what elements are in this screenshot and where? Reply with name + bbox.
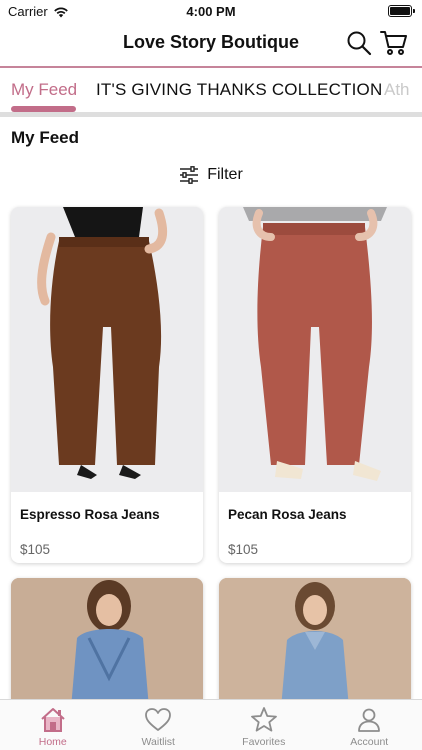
tab-my-feed[interactable]: My Feed bbox=[11, 80, 77, 100]
cart-icon bbox=[380, 31, 407, 55]
status-bar: Carrier 4:00 PM bbox=[0, 0, 422, 22]
search-icon bbox=[347, 31, 372, 56]
tab-account[interactable]: Account bbox=[317, 700, 422, 750]
category-tabs: My Feed IT'S GIVING THANKS COLLECTION At… bbox=[0, 66, 422, 112]
tab-favorites[interactable]: Favorites bbox=[211, 700, 317, 750]
tab-favorites-label: Favorites bbox=[242, 736, 286, 748]
tab-home-label: Home bbox=[38, 736, 67, 748]
denim-jacket-photo-placeholder bbox=[11, 578, 203, 708]
jeans-photo-placeholder bbox=[11, 207, 203, 492]
heart-icon bbox=[145, 708, 172, 731]
sliders-icon bbox=[180, 166, 199, 184]
cart-button[interactable] bbox=[380, 30, 407, 56]
product-image bbox=[11, 207, 203, 492]
tab-waitlist[interactable]: Waitlist bbox=[106, 700, 212, 750]
product-image bbox=[219, 207, 411, 492]
product-image bbox=[219, 578, 411, 708]
nav-bar: Love Story Boutique bbox=[0, 22, 422, 64]
search-button[interactable] bbox=[346, 30, 372, 56]
product-name: Espresso Rosa Jeans bbox=[20, 507, 160, 522]
person-icon bbox=[358, 708, 381, 732]
filter-label: Filter bbox=[207, 166, 243, 183]
page-title: My Feed bbox=[11, 128, 80, 147]
tab-waitlist-label: Waitlist bbox=[141, 736, 175, 748]
product-card[interactable] bbox=[11, 578, 203, 708]
star-icon bbox=[250, 707, 277, 732]
filter-button[interactable]: Filter bbox=[0, 166, 422, 184]
tab-home[interactable]: Home bbox=[0, 700, 106, 750]
status-time: 4:00 PM bbox=[186, 4, 236, 19]
product-card[interactable] bbox=[219, 578, 411, 708]
denim-shirt-photo-placeholder bbox=[219, 578, 411, 708]
tab-account-label: Account bbox=[350, 736, 389, 748]
product-price: $105 bbox=[228, 542, 259, 557]
product-price: $105 bbox=[20, 542, 51, 557]
product-card[interactable]: Pecan Rosa Jeans $105 bbox=[219, 207, 411, 563]
bottom-tab-bar: Home Waitlist Favorites Account bbox=[0, 699, 422, 750]
product-image bbox=[11, 578, 203, 708]
product-card[interactable]: Espresso Rosa Jeans $105 bbox=[11, 207, 203, 563]
tabs-divider bbox=[0, 112, 422, 117]
tab-giving-thanks-collection[interactable]: IT'S GIVING THANKS COLLECTION bbox=[96, 80, 382, 100]
tab-athleisure[interactable]: Ath bbox=[384, 80, 410, 100]
jeans-photo-placeholder bbox=[219, 207, 411, 492]
battery-icon bbox=[388, 5, 415, 17]
product-name: Pecan Rosa Jeans bbox=[228, 507, 347, 522]
home-icon bbox=[41, 708, 65, 732]
